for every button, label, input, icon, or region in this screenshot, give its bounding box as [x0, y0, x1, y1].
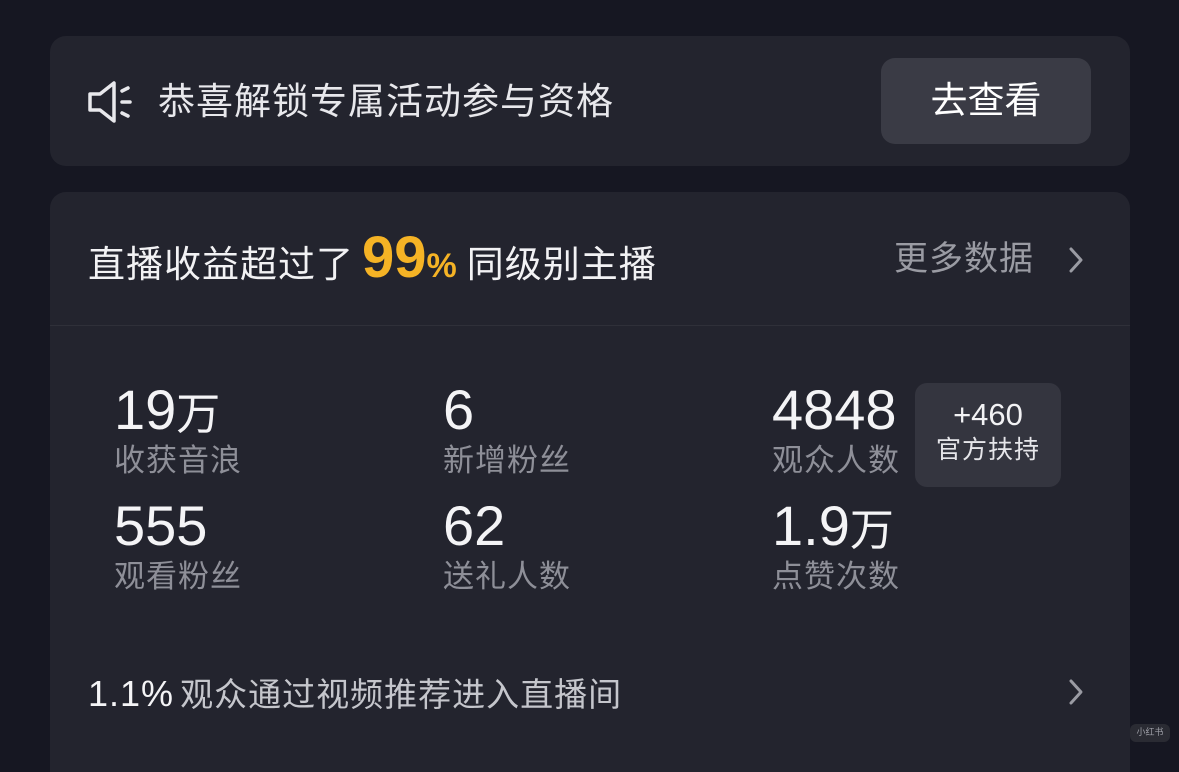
- more-data-link[interactable]: 更多数据: [894, 236, 1034, 282]
- chevron-right-icon[interactable]: [1068, 246, 1084, 274]
- revenue-suffix: 同级别主播: [466, 243, 657, 286]
- support-label: 官方扶持: [935, 435, 1040, 464]
- stat-value: 6: [443, 378, 475, 441]
- stat-sound-waves: 19万 收获音浪: [114, 380, 242, 482]
- watermark-logo: 小红书: [1130, 724, 1170, 742]
- stat-label: 点赞次数: [772, 559, 900, 595]
- stat-likes: 1.9万 点赞次数: [772, 496, 900, 598]
- view-button[interactable]: 去查看: [881, 58, 1091, 144]
- official-support-badge: +460 官方扶持: [915, 383, 1061, 487]
- stat-label: 观看粉丝: [114, 559, 242, 595]
- stat-value: 19万: [114, 378, 221, 441]
- chevron-right-icon[interactable]: [1068, 678, 1084, 706]
- support-value: +460: [953, 397, 1023, 432]
- stat-value: 4848: [772, 378, 897, 441]
- revenue-percent: 99: [362, 225, 427, 290]
- unlock-banner-text: 恭喜解锁专属活动参与资格: [158, 80, 614, 123]
- recommend-text: 观众通过视频推荐进入直播间: [180, 675, 623, 714]
- revenue-headline: 直播收益超过了 99 % 同级别主播: [88, 225, 657, 292]
- revenue-header: 直播收益超过了 99 % 同级别主播 更多数据: [50, 192, 1130, 326]
- stat-label: 送礼人数: [443, 559, 571, 595]
- revenue-prefix: 直播收益超过了: [88, 243, 354, 286]
- revenue-percent-sign: %: [426, 247, 457, 285]
- stat-value: 555: [114, 494, 208, 557]
- stat-label: 收获音浪: [114, 443, 242, 479]
- speaker-icon: [88, 81, 132, 123]
- stat-label: 新增粉丝: [443, 443, 571, 479]
- video-recommend-row[interactable]: 1.1% 观众通过视频推荐进入直播间: [88, 668, 622, 721]
- stat-watching-fans: 555 观看粉丝: [114, 496, 242, 598]
- stat-value: 1.9万: [772, 494, 894, 557]
- stat-new-followers: 6 新增粉丝: [443, 380, 571, 482]
- stat-viewers: 4848 观众人数: [772, 380, 900, 482]
- recommend-percent: 1.1%: [88, 673, 175, 714]
- stat-label: 观众人数: [772, 443, 900, 479]
- stat-gift-givers: 62 送礼人数: [443, 496, 571, 598]
- stat-value: 62: [443, 494, 506, 557]
